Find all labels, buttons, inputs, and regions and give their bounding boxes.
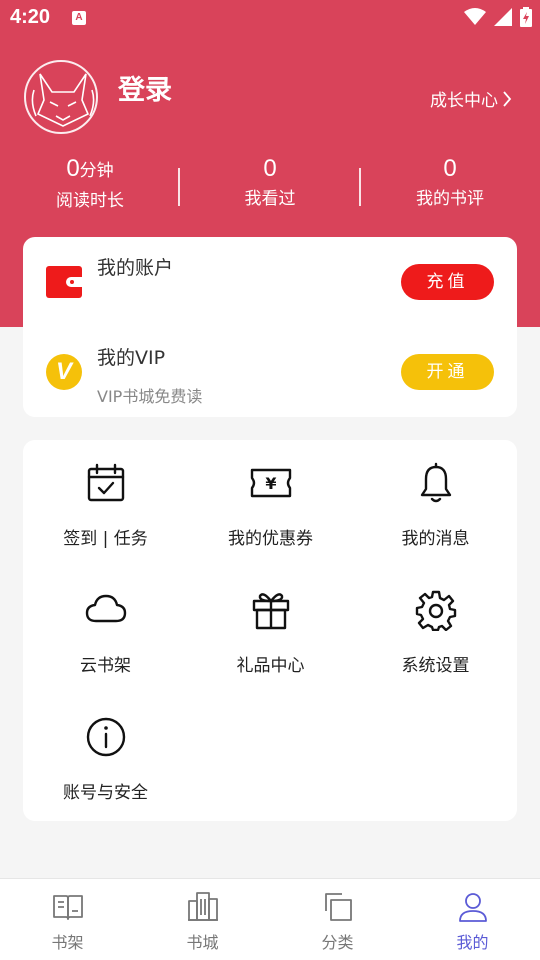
menu-label: 我的优惠券 [228,529,313,549]
nav-bookshelf[interactable]: 书架 [0,879,135,960]
menu-item-coupons[interactable]: ¥ 我的优惠券 [188,440,353,550]
wifi-icon [464,8,486,25]
category-icon [325,893,352,921]
info-icon [86,717,126,757]
cloud-icon [85,594,127,623]
stat-reviews[interactable]: 0 我的书评 [360,152,540,212]
stat-label: 我看过 [244,189,296,209]
status-icons [464,7,532,27]
status-bar: 4:20 A [0,0,540,36]
vip-title[interactable]: 我的VIP [97,343,165,370]
menu-item-checkin[interactable]: 签到 | 任务 [23,440,188,550]
open-vip-button[interactable]: 开通 [401,354,494,390]
menu-label: 礼品中心 [236,656,305,676]
avatar[interactable] [24,60,98,134]
gear-icon [415,590,457,631]
menu-label: 我的消息 [401,529,470,549]
stat-viewed[interactable]: 0 我看过 [180,152,360,212]
stat-value: 0 [263,155,277,182]
stats-row: 0分钟 阅读时长 0 我看过 0 我的书评 [0,152,540,216]
profile-icon [459,893,487,922]
vip-icon: V [46,354,82,390]
menu-label: 系统设置 [401,656,470,676]
svg-text:¥: ¥ [265,474,276,493]
menu-item-settings[interactable]: 系统设置 [353,567,518,677]
calendar-check-icon [87,463,125,502]
bell-icon [420,462,452,503]
stat-value: 0 [443,155,457,182]
stat-unit: 分钟 [79,161,114,180]
nav-label: 我的 [456,933,489,952]
nav-profile[interactable]: 我的 [405,879,540,960]
account-card: 我的账户 充值 V 我的VIP VIP书城免费读 开通 [23,237,517,417]
wallet-icon [46,266,82,298]
vip-subtitle: VIP书城免费读 [97,387,203,406]
menu-item-cloud-shelf[interactable]: 云书架 [23,567,188,677]
bottom-nav: 书架 书城 分类 我的 [0,878,540,960]
bookstore-icon [188,892,218,921]
nav-label: 书城 [186,933,219,952]
battery-icon [520,7,532,27]
status-time: 4:20 [10,6,51,28]
nav-label: 分类 [321,933,354,952]
growth-center-label: 成长中心 [430,91,498,111]
chevron-right-icon [503,90,512,107]
recharge-button[interactable]: 充值 [401,264,494,300]
menu-label: 签到 | 任务 [63,529,148,549]
signal-icon [494,8,512,26]
menu-item-account-security[interactable]: 账号与安全 [23,694,188,804]
stat-reading-time[interactable]: 0分钟 阅读时长 [0,152,180,214]
notification-icon: A [72,11,86,25]
nav-label: 书架 [51,933,84,952]
menu-label: 云书架 [80,656,131,676]
login-link[interactable]: 登录 [118,68,172,107]
menu-grid: 签到 | 任务 ¥ 我的优惠券 我的消息 云书架 礼品中心 系统设置 账号与安全 [23,440,517,821]
stat-label: 阅读时长 [56,191,124,211]
account-title[interactable]: 我的账户 [97,253,173,280]
menu-item-messages[interactable]: 我的消息 [353,440,518,550]
coupon-icon: ¥ [250,468,292,498]
stat-value: 0 [66,155,80,182]
nav-category[interactable]: 分类 [270,879,405,960]
stat-divider [359,168,361,206]
nav-bookstore[interactable]: 书城 [135,879,270,960]
stat-divider [178,168,180,206]
gift-icon [252,593,290,630]
menu-label: 账号与安全 [63,783,148,803]
menu-item-gifts[interactable]: 礼品中心 [188,567,353,677]
growth-center-link[interactable]: 成长中心 [430,86,512,111]
stat-label: 我的书评 [416,189,484,209]
bookshelf-icon [53,895,83,920]
